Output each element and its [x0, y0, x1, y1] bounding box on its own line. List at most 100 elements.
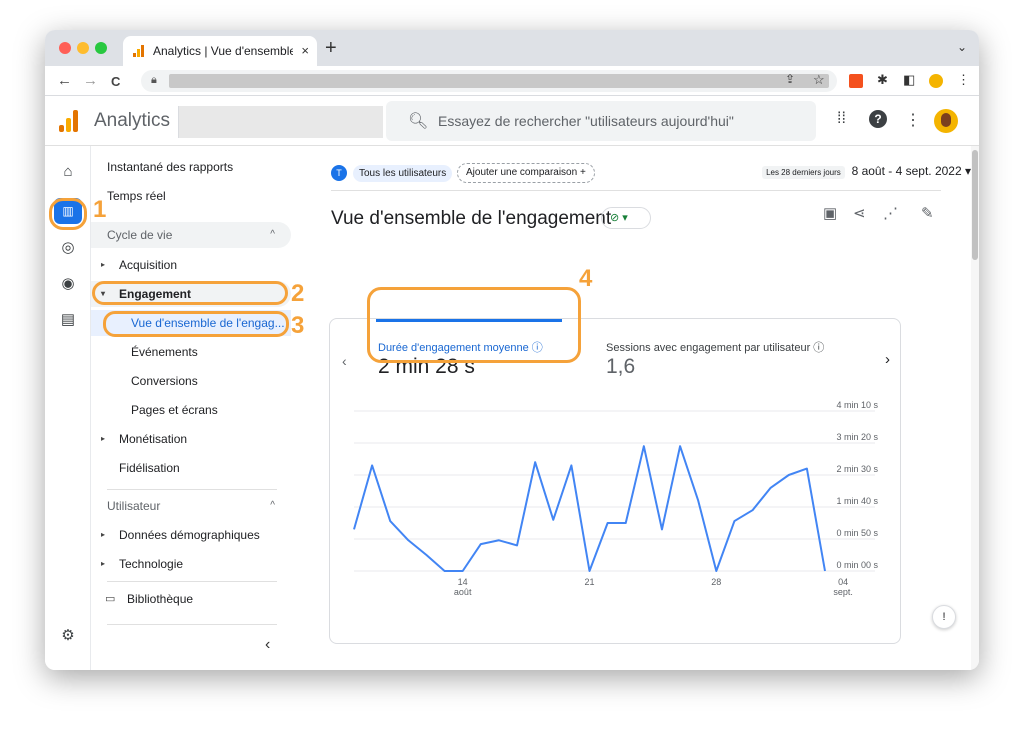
- nav-divider: [107, 489, 277, 490]
- nav-section-user[interactable]: Utilisateur ^: [91, 493, 291, 519]
- new-tab-button[interactable]: +: [325, 37, 337, 60]
- y-tick-label: 3 min 20 s: [836, 432, 878, 442]
- nav-label: Utilisateur: [107, 499, 161, 513]
- main-content: T Tous les utilisateurs Ajouter une comp…: [291, 146, 971, 670]
- lock-icon: 🔒︎: [151, 74, 157, 86]
- customize-report-icon[interactable]: ▣: [823, 204, 837, 222]
- home-icon[interactable]: ⌂: [58, 162, 78, 182]
- search-bar[interactable]: 🔍︎ Essayez de rechercher "utilisateurs a…: [386, 101, 816, 141]
- nav-acquisition[interactable]: ▸ Acquisition: [91, 252, 291, 278]
- y-tick-label: 1 min 40 s: [836, 496, 878, 506]
- brand-name: Analytics: [94, 110, 171, 131]
- avatar[interactable]: [934, 109, 958, 133]
- date-range-value: 8 août - 4 sept. 2022 ▾: [851, 164, 971, 178]
- series-line: [353, 445, 826, 572]
- browser-tab[interactable]: Analytics | Vue d'ensemble de ×: [123, 36, 317, 66]
- nav-snapshot[interactable]: Instantané des rapports: [91, 154, 291, 180]
- next-metric-chevron-icon[interactable]: ›: [885, 351, 890, 368]
- puzzle-icon[interactable]: ✱: [877, 72, 888, 88]
- collapse-nav-chevron-icon[interactable]: ‹: [265, 636, 270, 654]
- account-selector[interactable]: [178, 106, 383, 138]
- sidepanel-icon[interactable]: ◧: [903, 72, 915, 88]
- help-icon[interactable]: ?: [869, 110, 887, 128]
- tab-title: Analytics | Vue d'ensemble de: [153, 44, 293, 58]
- share-report-icon[interactable]: ⋖: [853, 204, 866, 222]
- close-tab-icon[interactable]: ×: [301, 43, 309, 58]
- scrollbar-thumb[interactable]: [972, 150, 978, 260]
- apps-grid-icon[interactable]: ⁞⁞: [837, 110, 846, 128]
- browser-menu-icon[interactable]: ⋮: [957, 72, 970, 88]
- feedback-icon[interactable]: !: [932, 605, 956, 629]
- search-placeholder: Essayez de rechercher "utilisateurs aujo…: [438, 113, 734, 129]
- browser-window: Analytics | Vue d'ensemble de × + ⌄ ← → …: [45, 30, 979, 670]
- nav-realtime[interactable]: Temps réel: [91, 183, 291, 209]
- prev-metric-chevron-icon[interactable]: ‹: [342, 353, 347, 369]
- segment-chip[interactable]: T Tous les utilisateurs: [331, 163, 453, 183]
- side-navigation: Instantané des rapports Temps réel Cycle…: [91, 146, 291, 670]
- x-tick-sublabel: sept.: [833, 587, 853, 597]
- nav-pages-screens[interactable]: Pages et écrans: [91, 397, 291, 423]
- explore-icon[interactable]: ◎: [58, 238, 78, 258]
- configure-icon[interactable]: ▤: [58, 310, 78, 330]
- profile-avatar-icon[interactable]: [929, 74, 943, 88]
- edit-pencil-icon[interactable]: ✎: [921, 204, 934, 222]
- nav-library[interactable]: ▭ Bibliothèque: [91, 586, 291, 612]
- extension-icon[interactable]: [849, 74, 863, 88]
- zoom-window-button[interactable]: [95, 42, 107, 54]
- insights-icon[interactable]: ⋰: [883, 204, 898, 222]
- metric2-label[interactable]: Sessions avec engagement par utilisateur…: [606, 339, 824, 355]
- url-field[interactable]: 🔒︎: [141, 70, 837, 92]
- divider: [331, 190, 941, 191]
- nav-label: Pages et écrans: [131, 403, 218, 417]
- nav-divider: [107, 581, 277, 582]
- more-options-icon[interactable]: ⋮: [905, 110, 921, 130]
- segment-label: Tous les utilisateurs: [353, 164, 453, 182]
- annotation-number-2: 2: [291, 280, 305, 307]
- date-range-sub: Les 28 derniers jours: [762, 166, 845, 179]
- annotation-number-1: 1: [93, 196, 107, 223]
- annotation-number-3: 3: [291, 312, 305, 339]
- tab-bar: Analytics | Vue d'ensemble de × + ⌄: [45, 30, 979, 66]
- advertising-icon[interactable]: ◉: [58, 274, 78, 294]
- folder-icon: ▭: [105, 593, 116, 605]
- nav-label: Acquisition: [119, 258, 178, 272]
- analytics-header: Analytics 🔍︎ Essayez de rechercher "util…: [45, 96, 979, 146]
- status-badge[interactable]: ⊘ ▾: [601, 207, 651, 229]
- nav-demographics[interactable]: ▸ Données démographiques: [91, 522, 291, 548]
- nav-events[interactable]: Événements: [91, 339, 291, 365]
- nav-label: Bibliothèque: [127, 592, 194, 606]
- url-redacted: [169, 74, 829, 88]
- nav-conversions[interactable]: Conversions: [91, 368, 291, 394]
- nav-divider: [107, 624, 277, 625]
- search-icon: 🔍︎: [408, 113, 429, 130]
- nav-label: Instantané des rapports: [107, 160, 234, 174]
- nav-label: Monétisation: [119, 432, 188, 446]
- back-button[interactable]: ←: [57, 72, 72, 89]
- nav-monetization[interactable]: ▸ Monétisation: [91, 426, 291, 452]
- nav-label: Événements: [131, 345, 198, 359]
- nav-section-lifecycle[interactable]: Cycle de vie ^: [91, 222, 291, 248]
- page-scrollbar[interactable]: [971, 146, 979, 670]
- date-range-picker[interactable]: Les 28 derniers jours 8 août - 4 sept. 2…: [762, 164, 971, 179]
- tab-search-button[interactable]: ⌄: [957, 40, 967, 54]
- close-window-button[interactable]: [59, 42, 71, 54]
- metric-card: ‹ › Durée d'engagement moyenne ⓘ 2 min 2…: [329, 318, 901, 644]
- annotation-box-3: [103, 311, 289, 337]
- reload-button[interactable]: C: [111, 74, 120, 89]
- chevron-up-icon: ^: [270, 229, 275, 240]
- y-tick-label: 0 min 50 s: [836, 528, 878, 538]
- minimize-window-button[interactable]: [77, 42, 89, 54]
- bookmark-star-icon[interactable]: ☆: [813, 72, 825, 88]
- nav-technology[interactable]: ▸ Technologie: [91, 551, 291, 577]
- settings-gear-icon[interactable]: ⚙: [58, 626, 78, 646]
- y-tick-label: 0 min 00 s: [836, 560, 878, 570]
- segment-letter: T: [331, 165, 347, 181]
- engagement-line-chart: 4 min 10 s 3 min 20 s 2 min 30 s 1 min 40 s…: [353, 400, 878, 597]
- nav-retention[interactable]: Fidélisation: [91, 455, 291, 481]
- add-comparison-button[interactable]: Ajouter une comparaison +: [457, 163, 595, 183]
- y-tick-label: 4 min 10 s: [836, 400, 878, 410]
- share-icon[interactable]: ⇪: [785, 72, 795, 86]
- forward-button[interactable]: →: [83, 72, 98, 89]
- nav-label: Technologie: [119, 557, 184, 571]
- chevron-up-icon: ^: [270, 500, 275, 511]
